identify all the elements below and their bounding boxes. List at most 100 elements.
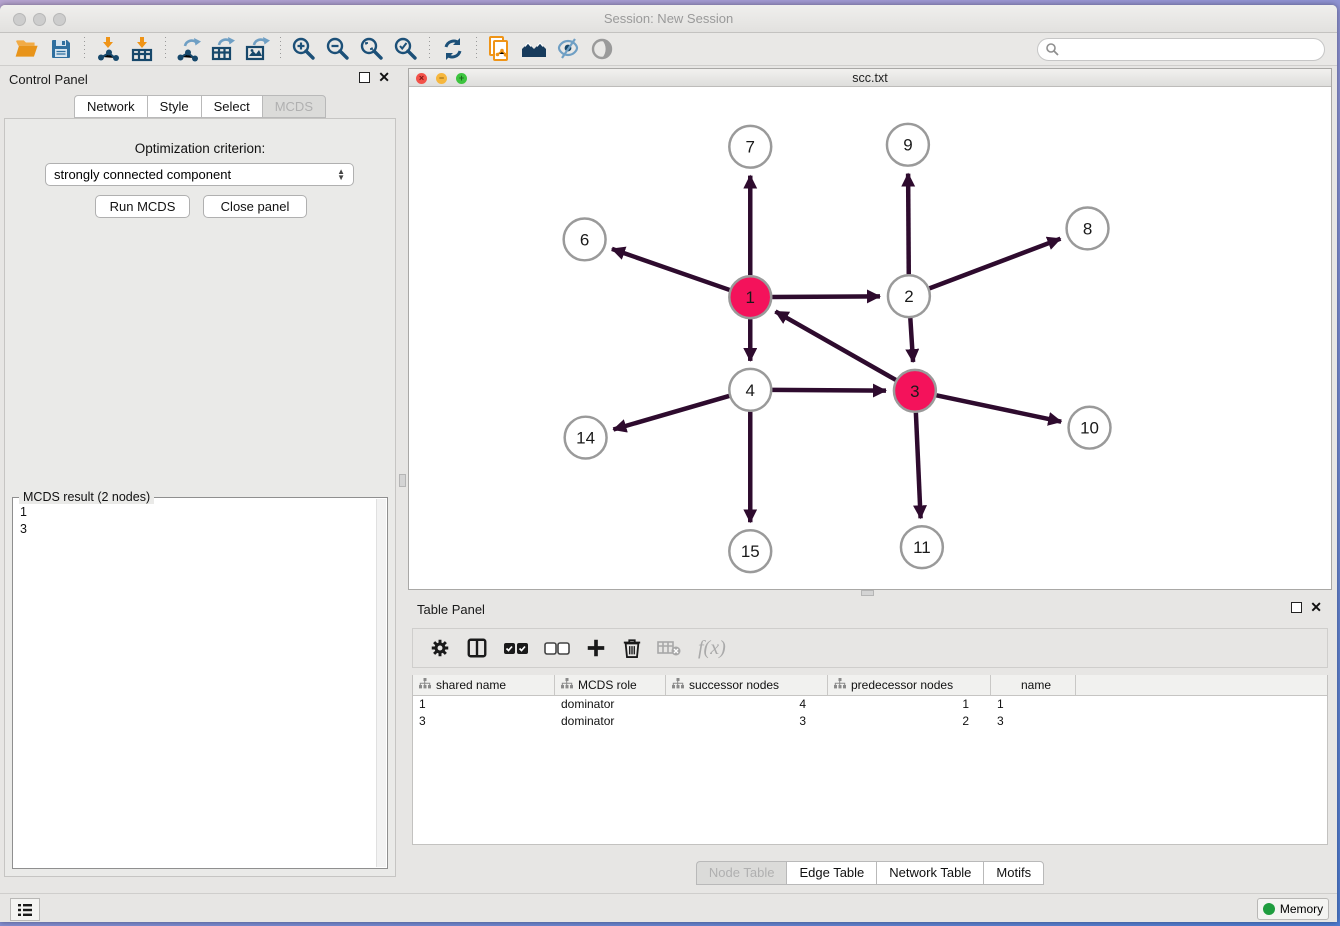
node-label-11: 11: [913, 538, 931, 557]
column-type-icon: [561, 678, 573, 692]
table-rows: 1dominator4113dominator323: [413, 696, 1327, 729]
mcds-result-text[interactable]: 1 3: [14, 502, 375, 867]
tab-node-table[interactable]: Node Table: [696, 861, 787, 885]
criterion-value: strongly connected component: [54, 167, 231, 182]
cell-MCDS-role[interactable]: dominator: [555, 714, 666, 728]
show-hide-graphics-icon[interactable]: [551, 35, 585, 63]
export-network-icon[interactable]: [172, 35, 206, 63]
table-row[interactable]: 1dominator411: [413, 696, 1327, 713]
criterion-select[interactable]: strongly connected component ▲▼: [45, 163, 354, 186]
cell-name[interactable]: 3: [991, 714, 1076, 728]
import-network-icon[interactable]: [91, 35, 125, 63]
node-label-7: 7: [746, 138, 755, 157]
delete-column-icon[interactable]: [622, 637, 642, 659]
cell-predecessor-nodes[interactable]: 1: [828, 697, 991, 711]
search-input[interactable]: [1037, 38, 1325, 61]
close-panel-button[interactable]: Close panel: [203, 195, 307, 218]
edge-3-11[interactable]: [916, 413, 921, 519]
toolbar-separator: [429, 37, 430, 61]
result-scrollbar[interactable]: [376, 499, 386, 867]
zoom-out-icon[interactable]: [321, 35, 355, 63]
control-panel-body: Optimization criterion: strongly connect…: [4, 118, 396, 877]
search-icon: [1045, 42, 1059, 56]
gear-icon[interactable]: [429, 637, 451, 659]
tab-style[interactable]: Style: [147, 95, 201, 118]
close-table-panel-icon[interactable]: ✕: [1310, 602, 1322, 613]
open-session-icon[interactable]: [10, 35, 44, 63]
export-table-icon[interactable]: [206, 35, 240, 63]
edge-4-3[interactable]: [772, 390, 886, 391]
node-label-8: 8: [1083, 219, 1092, 238]
tab-motifs[interactable]: Motifs: [983, 861, 1044, 885]
mcds-result-box: MCDS result (2 nodes) 1 3: [12, 497, 388, 869]
cell-successor-nodes[interactable]: 4: [666, 697, 828, 711]
network-canvas[interactable]: 7968124314101511: [409, 87, 1331, 589]
cell-MCDS-role[interactable]: dominator: [555, 697, 666, 711]
clone-network-icon[interactable]: [483, 35, 517, 63]
control-panel-tabs: NetworkStyleSelectMCDS: [0, 95, 400, 118]
cell-shared-name[interactable]: 3: [413, 714, 555, 728]
float-panel-icon[interactable]: [359, 72, 370, 83]
search-input-field[interactable]: [1059, 42, 1324, 56]
import-table-icon[interactable]: [125, 35, 159, 63]
network-view-title: scc.txt: [409, 71, 1331, 85]
cell-successor-nodes[interactable]: 3: [666, 714, 828, 728]
table-panel: Table Panel ✕ f(x) shared nameMCDS rol: [408, 597, 1332, 888]
tab-edge-table[interactable]: Edge Table: [786, 861, 876, 885]
first-neighbors-icon[interactable]: [517, 35, 551, 63]
table-toolbar: f(x): [412, 628, 1328, 668]
edge-2-3[interactable]: [910, 318, 913, 362]
export-image-icon[interactable]: [240, 35, 274, 63]
deselect-all-icon[interactable]: [544, 639, 570, 657]
column-type-icon: [834, 678, 846, 692]
task-history-button[interactable]: [10, 898, 40, 921]
refresh-icon[interactable]: [436, 35, 470, 63]
add-column-icon[interactable]: [585, 637, 607, 659]
zoom-selected-icon[interactable]: [389, 35, 423, 63]
control-panel-title: Control Panel: [9, 72, 88, 87]
edge-2-9[interactable]: [908, 174, 909, 275]
delete-table-icon[interactable]: [657, 639, 683, 657]
edge-4-14[interactable]: [613, 396, 729, 430]
toggle-bird-eye-icon[interactable]: [585, 35, 619, 63]
status-bar: Memory: [0, 893, 1337, 922]
column-header-MCDS-role[interactable]: MCDS role: [555, 675, 666, 695]
edge-3-1[interactable]: [775, 311, 895, 379]
column-header-successor-nodes[interactable]: successor nodes: [666, 675, 828, 695]
main-toolbar: [0, 33, 1337, 66]
control-panel-header: Control Panel ✕: [0, 68, 400, 92]
node-label-9: 9: [903, 136, 912, 155]
tab-select[interactable]: Select: [201, 95, 262, 118]
cell-name[interactable]: 1: [991, 697, 1076, 711]
table-row[interactable]: 3dominator323: [413, 713, 1327, 730]
cell-predecessor-nodes[interactable]: 2: [828, 714, 991, 728]
column-header-shared-name[interactable]: shared name: [413, 675, 555, 695]
zoom-in-icon[interactable]: [287, 35, 321, 63]
vertical-splitter-handle[interactable]: [399, 474, 406, 487]
toolbar-separator: [165, 37, 166, 61]
horizontal-splitter-handle[interactable]: [861, 590, 874, 596]
tab-network-table[interactable]: Network Table: [876, 861, 983, 885]
function-builder-icon[interactable]: f(x): [698, 637, 726, 660]
select-all-icon[interactable]: [503, 639, 529, 657]
memory-button[interactable]: Memory: [1257, 898, 1329, 920]
column-header-predecessor-nodes[interactable]: predecessor nodes: [828, 675, 991, 695]
cell-shared-name[interactable]: 1: [413, 697, 555, 711]
run-mcds-button[interactable]: Run MCDS: [95, 195, 190, 218]
save-session-icon[interactable]: [44, 35, 78, 63]
network-view-window: × − + scc.txt 7968124314101511: [408, 68, 1332, 590]
close-panel-icon[interactable]: ✕: [378, 72, 390, 83]
zoom-fit-icon[interactable]: [355, 35, 389, 63]
edge-2-8[interactable]: [929, 239, 1060, 289]
network-graph: 7968124314101511: [409, 87, 1331, 589]
float-table-panel-icon[interactable]: [1291, 602, 1302, 613]
tab-network[interactable]: Network: [74, 95, 147, 118]
memory-label: Memory: [1280, 902, 1323, 916]
edge-1-6[interactable]: [612, 249, 730, 290]
column-header-name[interactable]: name: [991, 675, 1076, 695]
network-window-titlebar[interactable]: × − + scc.txt: [409, 69, 1331, 87]
edge-3-10[interactable]: [936, 395, 1061, 421]
split-columns-icon[interactable]: [466, 637, 488, 659]
edge-1-2[interactable]: [772, 296, 880, 297]
tab-mcds[interactable]: MCDS: [262, 95, 326, 118]
